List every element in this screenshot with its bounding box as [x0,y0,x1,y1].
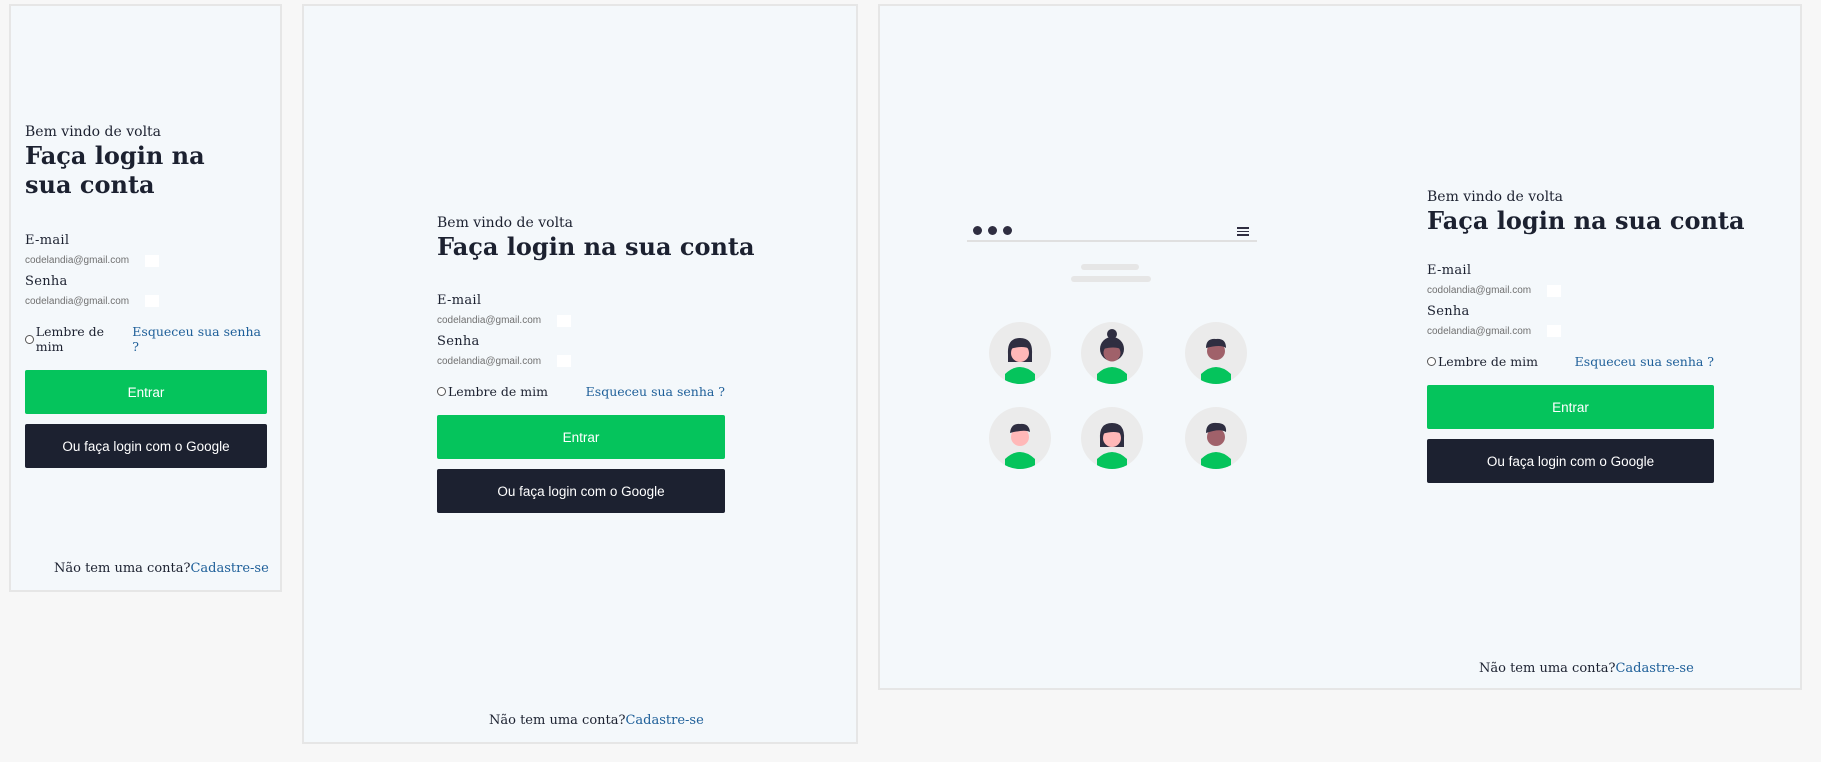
remember-me-label: Lembre de mim [35,324,105,354]
signup-prompt: Não tem uma conta?Cadastre-se [489,713,704,728]
google-login-button[interactable]: Ou faça login com o Google [437,469,725,513]
password-field[interactable] [1427,324,1547,338]
dot-icon [1003,226,1012,235]
login-form: Bem vindo de volta Faça login na sua con… [437,215,755,513]
password-label: Senha [1427,303,1470,319]
signup-prompt-text: Não tem uma conta? [54,561,191,576]
remember-me-checkbox[interactable]: Lembre de mim [437,384,548,399]
signup-prompt-text: Não tem uma conta? [1479,661,1616,676]
login-form: Bem vindo de volta Faça login na sua con… [1427,189,1745,483]
illustration [967,226,1257,476]
forgot-password-link[interactable]: Esqueceu sua senha ? [1575,354,1714,369]
remember-me-checkbox[interactable]: Lembre de mim [1427,354,1538,369]
login-form: Bem vindo de volta Faça login na sua con… [25,124,267,468]
google-login-button[interactable]: Ou faça login com o Google [25,424,267,468]
welcome-text: Bem vindo de volta [25,124,162,140]
desktop-frame: Bem vindo de volta Faça login na sua con… [878,4,1802,690]
forgot-password-link[interactable]: Esqueceu sua senha ? [586,384,725,399]
placeholder-bar [1081,264,1139,270]
window-dots [973,226,1012,235]
woman-avatar [1081,407,1143,469]
email-label: E-mail [1427,263,1472,278]
woman-bun-avatar [1081,322,1143,384]
man-avatar [1185,407,1247,469]
page-title: Faça login na sua conta [25,141,205,199]
email-field[interactable] [437,313,557,328]
email-field[interactable] [25,253,145,268]
tablet-frame: Bem vindo de volta Faça login na sua con… [302,4,858,744]
submit-button[interactable]: Entrar [25,370,267,414]
woman-avatar [989,322,1051,384]
password-field[interactable] [437,354,557,368]
signup-link[interactable]: Cadastre-se [625,713,703,728]
forgot-password-link[interactable]: Esqueceu sua senha ? [132,324,267,354]
hamburger-icon [1237,227,1249,238]
radio-icon[interactable] [1427,357,1436,366]
page-title: Faça login na sua conta [437,232,755,261]
password-label: Senha [25,273,68,289]
signup-link[interactable]: Cadastre-se [1615,661,1693,676]
divider [967,240,1257,242]
password-label: Senha [437,333,480,349]
welcome-text: Bem vindo de volta [1427,189,1564,205]
remember-me-label: Lembre de mim [448,384,548,399]
password-field[interactable] [25,294,145,308]
placeholder-bar [1071,276,1151,282]
submit-button[interactable]: Entrar [1427,385,1714,429]
signup-prompt-text: Não tem uma conta? [489,713,626,728]
signup-link[interactable]: Cadastre-se [190,561,268,576]
submit-button[interactable]: Entrar [437,415,725,459]
email-label: E-mail [25,233,70,248]
page-title: Faça login na sua conta [1427,206,1745,235]
radio-icon[interactable] [25,334,34,344]
remember-me-label: Lembre de mim [1438,354,1538,369]
mobile-frame: Bem vindo de volta Faça login na sua con… [9,4,282,592]
signup-prompt: Não tem uma conta?Cadastre-se [1479,661,1694,676]
signup-prompt: Não tem uma conta?Cadastre-se [54,561,269,576]
google-login-button[interactable]: Ou faça login com o Google [1427,439,1714,483]
dot-icon [973,226,982,235]
dot-icon [988,226,997,235]
welcome-text: Bem vindo de volta [437,215,574,231]
email-field[interactable] [1427,283,1547,298]
man-avatar [989,407,1051,469]
remember-me-checkbox[interactable]: Lembre de mim [25,324,132,354]
man-avatar [1185,322,1247,384]
email-label: E-mail [437,293,482,308]
radio-icon[interactable] [437,387,446,396]
